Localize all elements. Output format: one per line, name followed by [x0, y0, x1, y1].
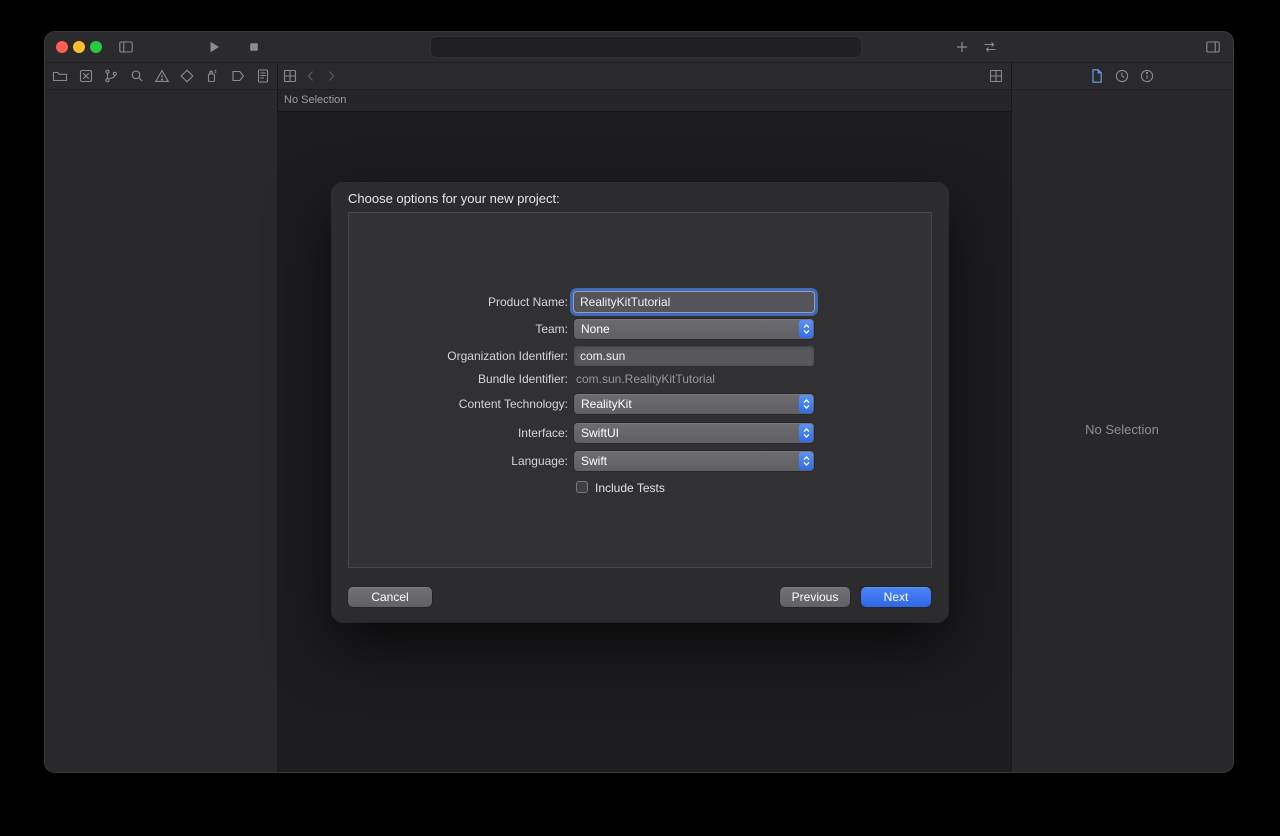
popup-chevrons-icon	[799, 424, 813, 442]
team-popup[interactable]: None	[574, 319, 814, 339]
sheet-title: Choose options for your new project:	[348, 191, 560, 206]
add-editor-icon[interactable]	[954, 39, 970, 55]
back-chevron-icon[interactable]	[303, 68, 319, 84]
team-value: None	[581, 322, 610, 336]
popup-chevrons-icon	[799, 452, 813, 470]
minimize-traffic-light[interactable]	[73, 41, 85, 53]
content-technology-label: Content Technology:	[458, 397, 568, 411]
zoom-traffic-light[interactable]	[90, 41, 102, 53]
jump-bar-text: No Selection	[284, 94, 347, 106]
inspector-divider	[1011, 62, 1012, 772]
navigator-panel	[45, 90, 277, 772]
history-inspector-icon[interactable]	[1114, 68, 1130, 84]
tab-strip	[45, 62, 1233, 90]
language-value: Swift	[581, 454, 608, 468]
project-navigator-icon[interactable]	[52, 68, 68, 84]
options-form-panel: Product Name: RealityKitTutorial Team: N…	[348, 212, 932, 568]
organization-identifier-field[interactable]: com.sun	[574, 346, 814, 366]
interface-label: Interface:	[517, 426, 568, 440]
activity-viewer	[430, 36, 862, 58]
forward-chevron-icon[interactable]	[323, 68, 339, 84]
organization-identifier-value: com.sun	[580, 349, 626, 363]
next-button[interactable]: Next	[861, 587, 931, 607]
run-button[interactable]	[206, 39, 222, 55]
interface-popup[interactable]: SwiftUI	[574, 423, 814, 443]
sidebar-toggle-icon[interactable]	[118, 39, 134, 55]
source-control-navigator-icon[interactable]	[103, 68, 119, 84]
stop-button[interactable]	[246, 39, 262, 55]
include-tests-checkbox[interactable]	[576, 481, 588, 493]
test-navigator-icon[interactable]	[179, 68, 195, 84]
new-project-options-sheet: Choose options for your new project: Pro…	[332, 183, 948, 622]
x-square-navigator-icon[interactable]	[78, 68, 94, 84]
previous-button[interactable]: Previous	[780, 587, 850, 607]
cancel-button[interactable]: Cancel	[348, 587, 432, 607]
editor-options-grid-icon[interactable]	[988, 68, 1004, 84]
inspector-panel: No Selection	[1011, 90, 1233, 772]
help-inspector-icon[interactable]	[1139, 68, 1155, 84]
popup-chevrons-icon	[799, 320, 813, 338]
related-items-icon[interactable]	[282, 68, 298, 84]
find-navigator-icon[interactable]	[129, 68, 145, 84]
team-label: Team:	[535, 322, 568, 336]
popup-chevrons-icon	[799, 395, 813, 413]
close-traffic-light[interactable]	[56, 41, 68, 53]
bundle-identifier-value: com.sun.RealityKitTutorial	[576, 372, 715, 386]
product-name-label: Product Name:	[487, 295, 568, 309]
product-name-value: RealityKitTutorial	[580, 295, 671, 309]
product-name-field[interactable]: RealityKitTutorial	[574, 292, 814, 312]
screen: No Selection No Selection Choose options…	[0, 0, 1280, 836]
navigator-divider	[277, 62, 278, 772]
inspector-toggle-icon[interactable]	[1205, 39, 1221, 55]
organization-identifier-label: Organization Identifier:	[447, 349, 568, 363]
report-navigator-icon[interactable]	[255, 68, 271, 84]
language-label: Language:	[511, 454, 568, 468]
interface-value: SwiftUI	[581, 426, 620, 440]
issue-navigator-icon[interactable]	[154, 68, 170, 84]
inspector-placeholder: No Selection	[1085, 422, 1159, 437]
route-arrows-icon[interactable]	[982, 39, 998, 55]
file-inspector-icon[interactable]	[1089, 68, 1105, 84]
jump-bar[interactable]: No Selection	[277, 90, 1011, 112]
language-popup[interactable]: Swift	[574, 451, 814, 471]
titlebar	[45, 32, 1233, 62]
content-technology-value: RealityKit	[581, 397, 632, 411]
include-tests-label: Include Tests	[595, 481, 665, 495]
bundle-identifier-label: Bundle Identifier:	[477, 372, 568, 386]
breakpoint-navigator-icon[interactable]	[230, 68, 246, 84]
content-technology-popup[interactable]: RealityKit	[574, 394, 814, 414]
debug-navigator-icon[interactable]	[204, 68, 220, 84]
